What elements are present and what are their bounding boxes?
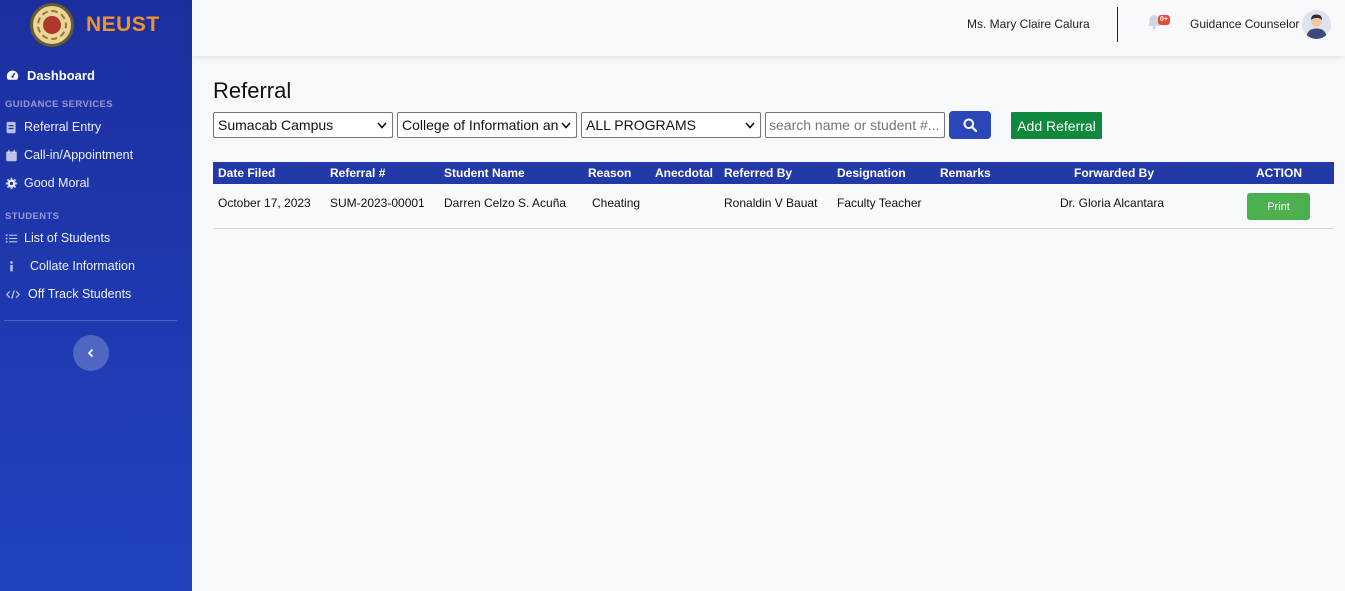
- id-card-icon: [4, 120, 18, 134]
- gear-icon: [4, 176, 18, 190]
- sidebar-item-label: Referral Entry: [24, 120, 102, 134]
- brand-name: NEUST: [86, 13, 160, 36]
- code-icon: [4, 287, 22, 301]
- chevron-down-icon: [742, 117, 758, 133]
- campus-select[interactable]: Sumacab Campus: [213, 112, 393, 138]
- sidebar-item-dashboard[interactable]: Dashboard: [5, 68, 95, 83]
- search-input[interactable]: [765, 112, 945, 138]
- topbar-divider: [1117, 7, 1118, 42]
- avatar[interactable]: [1302, 10, 1331, 39]
- table-row: October 17, 2023 SUM-2023-00001 Darren C…: [213, 184, 1334, 229]
- section-heading-students: STUDENTS: [5, 211, 60, 222]
- column-student-name[interactable]: Student Name: [444, 166, 525, 180]
- add-referral-button[interactable]: Add Referral: [1011, 112, 1102, 139]
- sidebar-item-label: Collate Information: [30, 259, 135, 273]
- sidebar-toggle-button[interactable]: [73, 335, 109, 371]
- sidebar-item-good-moral[interactable]: Good Moral: [4, 176, 89, 190]
- column-date-filed[interactable]: Date Filed: [218, 166, 275, 180]
- list-icon: [4, 231, 18, 245]
- cell-forwarded-by: Dr. Gloria Alcantara: [1060, 196, 1165, 210]
- sidebar-item-call-in-appointment[interactable]: Call-in/Appointment: [4, 148, 133, 162]
- column-designation[interactable]: Designation: [837, 166, 906, 180]
- sidebar-item-label: Off Track Students: [28, 287, 132, 301]
- chevron-left-icon: [87, 348, 94, 358]
- section-heading-guidance: GUIDANCE SERVICES: [5, 99, 113, 110]
- sidebar-divider: [4, 320, 177, 321]
- referral-table: Date Filed Referral # Student Name Reaso…: [213, 162, 1334, 229]
- search-button[interactable]: [949, 111, 991, 139]
- chevron-down-icon: [374, 117, 390, 133]
- sidebar-item-label: Good Moral: [24, 176, 90, 190]
- topbar: Ms. Mary Claire Calura 0+ Guidance Couns…: [192, 0, 1345, 56]
- page-title: Referral: [213, 78, 292, 103]
- column-action: ACTION: [1256, 166, 1302, 180]
- column-referral-no[interactable]: Referral #: [330, 166, 385, 180]
- notification-badge: 0+: [1158, 15, 1170, 25]
- column-anecdotal[interactable]: Anecdotal: [655, 166, 713, 180]
- column-forwarded-by[interactable]: Forwarded By: [1074, 166, 1154, 180]
- calendar-icon: [4, 148, 18, 162]
- column-referred-by[interactable]: Referred By: [724, 166, 792, 180]
- user-role[interactable]: Guidance Counselor: [1190, 17, 1299, 31]
- cell-date-filed: October 17, 2023: [218, 196, 311, 210]
- gauge-icon: [5, 69, 19, 83]
- search-icon: [963, 118, 977, 132]
- print-button[interactable]: Print: [1247, 193, 1310, 220]
- chevron-down-icon: [558, 117, 574, 133]
- program-select[interactable]: ALL PROGRAMS: [581, 112, 761, 138]
- column-reason[interactable]: Reason: [588, 166, 631, 180]
- cell-reason: Cheating: [592, 196, 641, 210]
- brand[interactable]: NEUST: [0, 0, 192, 50]
- sidebar-item-label: List of Students: [24, 231, 111, 245]
- sidebar-item-off-track-students[interactable]: Off Track Students: [4, 287, 131, 301]
- sidebar: NEUST Dashboard GUIDANCE SERVICES Referr…: [0, 0, 192, 591]
- cell-referral-no: SUM-2023-00001: [330, 196, 425, 210]
- college-select[interactable]: College of Information and Communication…: [397, 112, 577, 138]
- sidebar-item-label: Call-in/Appointment: [24, 148, 134, 162]
- user-name[interactable]: Ms. Mary Claire Calura: [967, 17, 1090, 31]
- table-header: Date Filed Referral # Student Name Reaso…: [213, 162, 1334, 184]
- sidebar-item-collate-information[interactable]: Collate Information: [4, 259, 135, 273]
- cell-referred-by: Ronaldin V Bauat: [724, 196, 818, 210]
- cell-student-name: Darren Celzo S. Acuña: [444, 196, 567, 210]
- university-logo: [30, 3, 74, 47]
- column-remarks[interactable]: Remarks: [940, 166, 991, 180]
- sidebar-item-label: Dashboard: [27, 68, 95, 83]
- sidebar-item-referral-entry[interactable]: Referral Entry: [4, 120, 101, 134]
- sidebar-item-list-of-students[interactable]: List of Students: [4, 231, 110, 245]
- cell-designation: Faculty Teacher: [837, 196, 922, 210]
- info-icon: [4, 259, 18, 273]
